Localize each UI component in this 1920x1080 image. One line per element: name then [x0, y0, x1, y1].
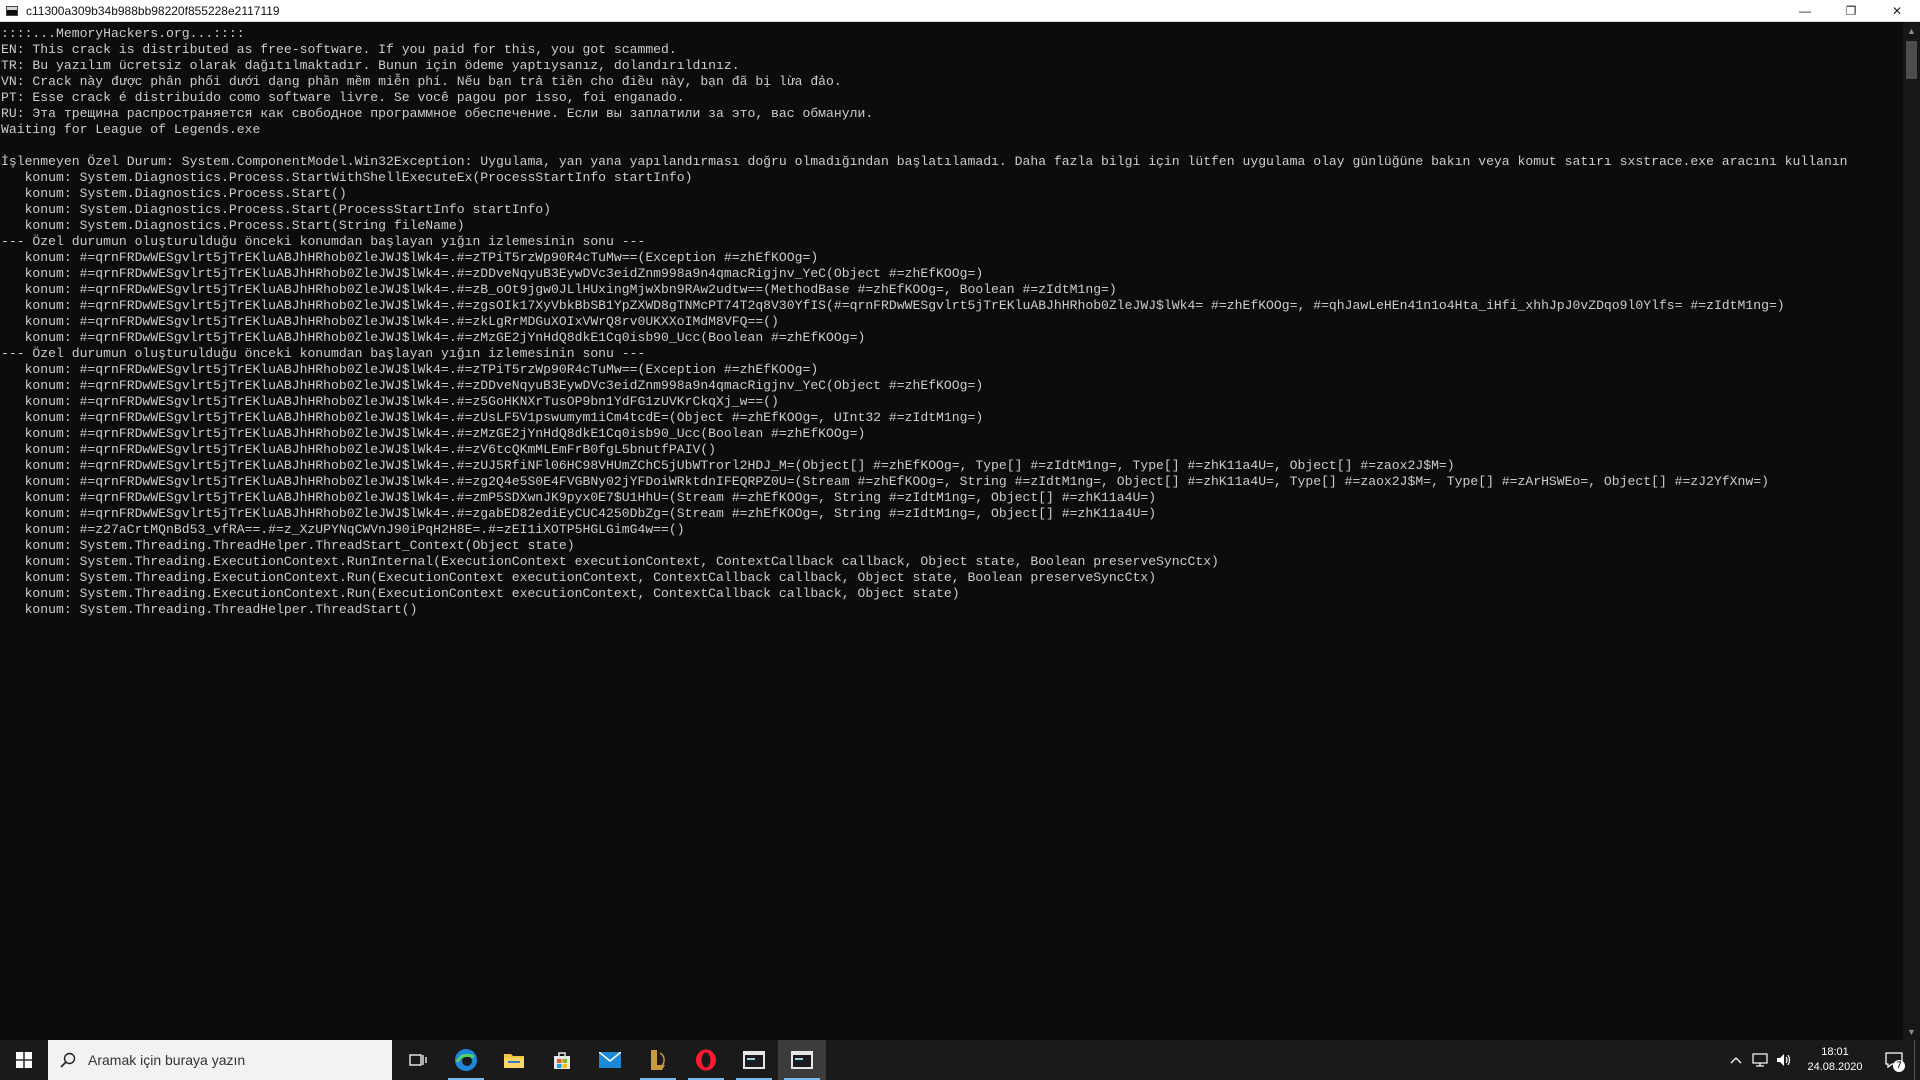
- console-line: konum: #=qrnFRDwWESgvlrt5jTrEKluABJhHRho…: [1, 378, 984, 393]
- console-line: RU: Эта трещина распространяется как сво…: [1, 106, 874, 121]
- console-line: konum: #=qrnFRDwWESgvlrt5jTrEKluABJhHRho…: [1, 282, 1117, 297]
- window-controls: — ❐ ✕: [1782, 0, 1920, 22]
- console-line: konum: #=qrnFRDwWESgvlrt5jTrEKluABJhHRho…: [1, 410, 984, 425]
- taskbar-apps: [394, 1040, 826, 1080]
- console-line: konum: System.Diagnostics.Process.Start(…: [1, 186, 347, 201]
- console-line: Waiting for League of Legends.exe: [1, 122, 261, 137]
- console-app-icon[interactable]: [6, 5, 18, 16]
- console-line: konum: #=qrnFRDwWESgvlrt5jTrEKluABJhHRho…: [1, 458, 1455, 473]
- window-title: c11300a309b34b988bb98220f855228e2117119: [26, 3, 280, 18]
- console-line: konum: #=qrnFRDwWESgvlrt5jTrEKluABJhHRho…: [1, 394, 779, 409]
- console-line: --- Özel durumun oluşturulduğu önceki ko…: [1, 234, 646, 249]
- console-line: konum: System.Threading.ExecutionContext…: [1, 570, 1157, 585]
- console-line: konum: #=qrnFRDwWESgvlrt5jTrEKluABJhHRho…: [1, 506, 1157, 521]
- console-line: konum: System.Threading.ExecutionContext…: [1, 586, 960, 601]
- scrollbar-thumb[interactable]: [1906, 41, 1917, 79]
- notification-count-badge: 7: [1893, 1060, 1905, 1072]
- scroll-down-arrow-icon[interactable]: ▼: [1903, 1023, 1920, 1040]
- taskbar: Aramak için buraya yazın 18:01 24.08.202…: [0, 1040, 1920, 1080]
- console-line: konum: System.Diagnostics.Process.Start(…: [1, 218, 465, 233]
- scroll-up-arrow-icon[interactable]: ▲: [1903, 22, 1920, 39]
- console-line: konum: System.Diagnostics.Process.StartW…: [1, 170, 693, 185]
- taskbar-clock[interactable]: 18:01 24.08.2020: [1796, 1040, 1874, 1080]
- console-line: PT: Esse crack é distribuído como softwa…: [1, 90, 685, 105]
- file-explorer-icon: [504, 1054, 524, 1068]
- opera-taskbar-button[interactable]: [682, 1040, 730, 1080]
- volume-icon[interactable]: [1772, 1040, 1796, 1080]
- action-center-button[interactable]: 7: [1874, 1040, 1914, 1080]
- console-line: konum: #=qrnFRDwWESgvlrt5jTrEKluABJhHRho…: [1, 250, 819, 265]
- console-line: konum: System.Threading.ThreadHelper.Thr…: [1, 602, 418, 617]
- clock-date: 24.08.2020: [1807, 1061, 1863, 1073]
- console-line: konum: #=qrnFRDwWESgvlrt5jTrEKluABJhHRho…: [1, 330, 866, 345]
- console-line: konum: #=qrnFRDwWESgvlrt5jTrEKluABJhHRho…: [1, 474, 1769, 489]
- windows-logo-icon: [16, 1052, 32, 1068]
- console-line: VN: Crack này được phân phối dưới dạng p…: [1, 74, 842, 89]
- edge-taskbar-button[interactable]: [442, 1040, 490, 1080]
- minimize-button[interactable]: —: [1782, 0, 1828, 22]
- start-button[interactable]: [0, 1040, 48, 1080]
- console-text: ::::...MemoryHackers.org...:::: EN: This…: [0, 26, 1900, 618]
- console-line: konum: #=qrnFRDwWESgvlrt5jTrEKluABJhHRho…: [1, 314, 779, 329]
- console-line: --- Özel durumun oluşturulduğu önceki ko…: [1, 346, 646, 361]
- vertical-scrollbar[interactable]: ▲ ▼: [1903, 22, 1920, 1040]
- console-line: konum: System.Threading.ThreadHelper.Thr…: [1, 538, 575, 553]
- taskbar-search-box[interactable]: Aramak için buraya yazın: [48, 1040, 392, 1080]
- chevron-up-icon[interactable]: [1724, 1040, 1748, 1080]
- console-line: konum: System.Threading.ExecutionContext…: [1, 554, 1219, 569]
- show-desktop-button[interactable]: [1914, 1040, 1920, 1080]
- console-line: konum: #=qrnFRDwWESgvlrt5jTrEKluABJhHRho…: [1, 426, 866, 441]
- system-tray: 18:01 24.08.2020 7: [1724, 1040, 1920, 1080]
- league-of-legends-taskbar-button[interactable]: [634, 1040, 682, 1080]
- console-taskbar-button[interactable]: [730, 1040, 778, 1080]
- search-placeholder: Aramak için buraya yazın: [88, 1052, 246, 1068]
- console-line: konum: System.Diagnostics.Process.Start(…: [1, 202, 552, 217]
- mail-icon: [599, 1052, 621, 1068]
- clock-time: 18:01: [1821, 1046, 1849, 1058]
- restore-button[interactable]: ❐: [1828, 0, 1874, 22]
- console-line: İşlenmeyen Özel Durum: System.ComponentM…: [1, 154, 1848, 169]
- console-line: EN: This crack is distributed as free-so…: [1, 42, 677, 57]
- store-taskbar-button[interactable]: [538, 1040, 586, 1080]
- console-output[interactable]: ::::...MemoryHackers.org...:::: EN: This…: [0, 26, 1900, 1036]
- league-of-legends-icon: [651, 1050, 665, 1070]
- store-icon: [554, 1052, 570, 1069]
- console-line: konum: #=qrnFRDwWESgvlrt5jTrEKluABJhHRho…: [1, 442, 717, 457]
- console-line: TR: Bu yazılım ücretsiz olarak dağıtılma…: [1, 58, 740, 73]
- edge-icon: [455, 1049, 477, 1071]
- console-line: konum: #=z27aCrtMQnBd53_vfRA==.#=z_XzUPY…: [1, 522, 685, 537]
- console-icon: [743, 1051, 765, 1069]
- mail-taskbar-button[interactable]: [586, 1040, 634, 1080]
- file-explorer-taskbar-button[interactable]: [490, 1040, 538, 1080]
- window-title-bar[interactable]: c11300a309b34b988bb98220f855228e2117119 …: [0, 0, 1920, 22]
- console-line: konum: #=qrnFRDwWESgvlrt5jTrEKluABJhHRho…: [1, 362, 819, 377]
- console-line: konum: #=qrnFRDwWESgvlrt5jTrEKluABJhHRho…: [1, 490, 1157, 505]
- console-active-taskbar-button[interactable]: [778, 1040, 826, 1080]
- console-line: ::::...MemoryHackers.org...::::: [1, 26, 245, 41]
- console-line: konum: #=qrnFRDwWESgvlrt5jTrEKluABJhHRho…: [1, 298, 1785, 313]
- network-icon[interactable]: [1748, 1040, 1772, 1080]
- task-view-icon: [409, 1054, 427, 1066]
- opera-icon: [696, 1049, 716, 1071]
- search-icon: [60, 1052, 76, 1068]
- close-button[interactable]: ✕: [1874, 0, 1920, 22]
- console-active-icon: [791, 1051, 813, 1069]
- console-line: konum: #=qrnFRDwWESgvlrt5jTrEKluABJhHRho…: [1, 266, 984, 281]
- task-view-button[interactable]: [394, 1040, 442, 1080]
